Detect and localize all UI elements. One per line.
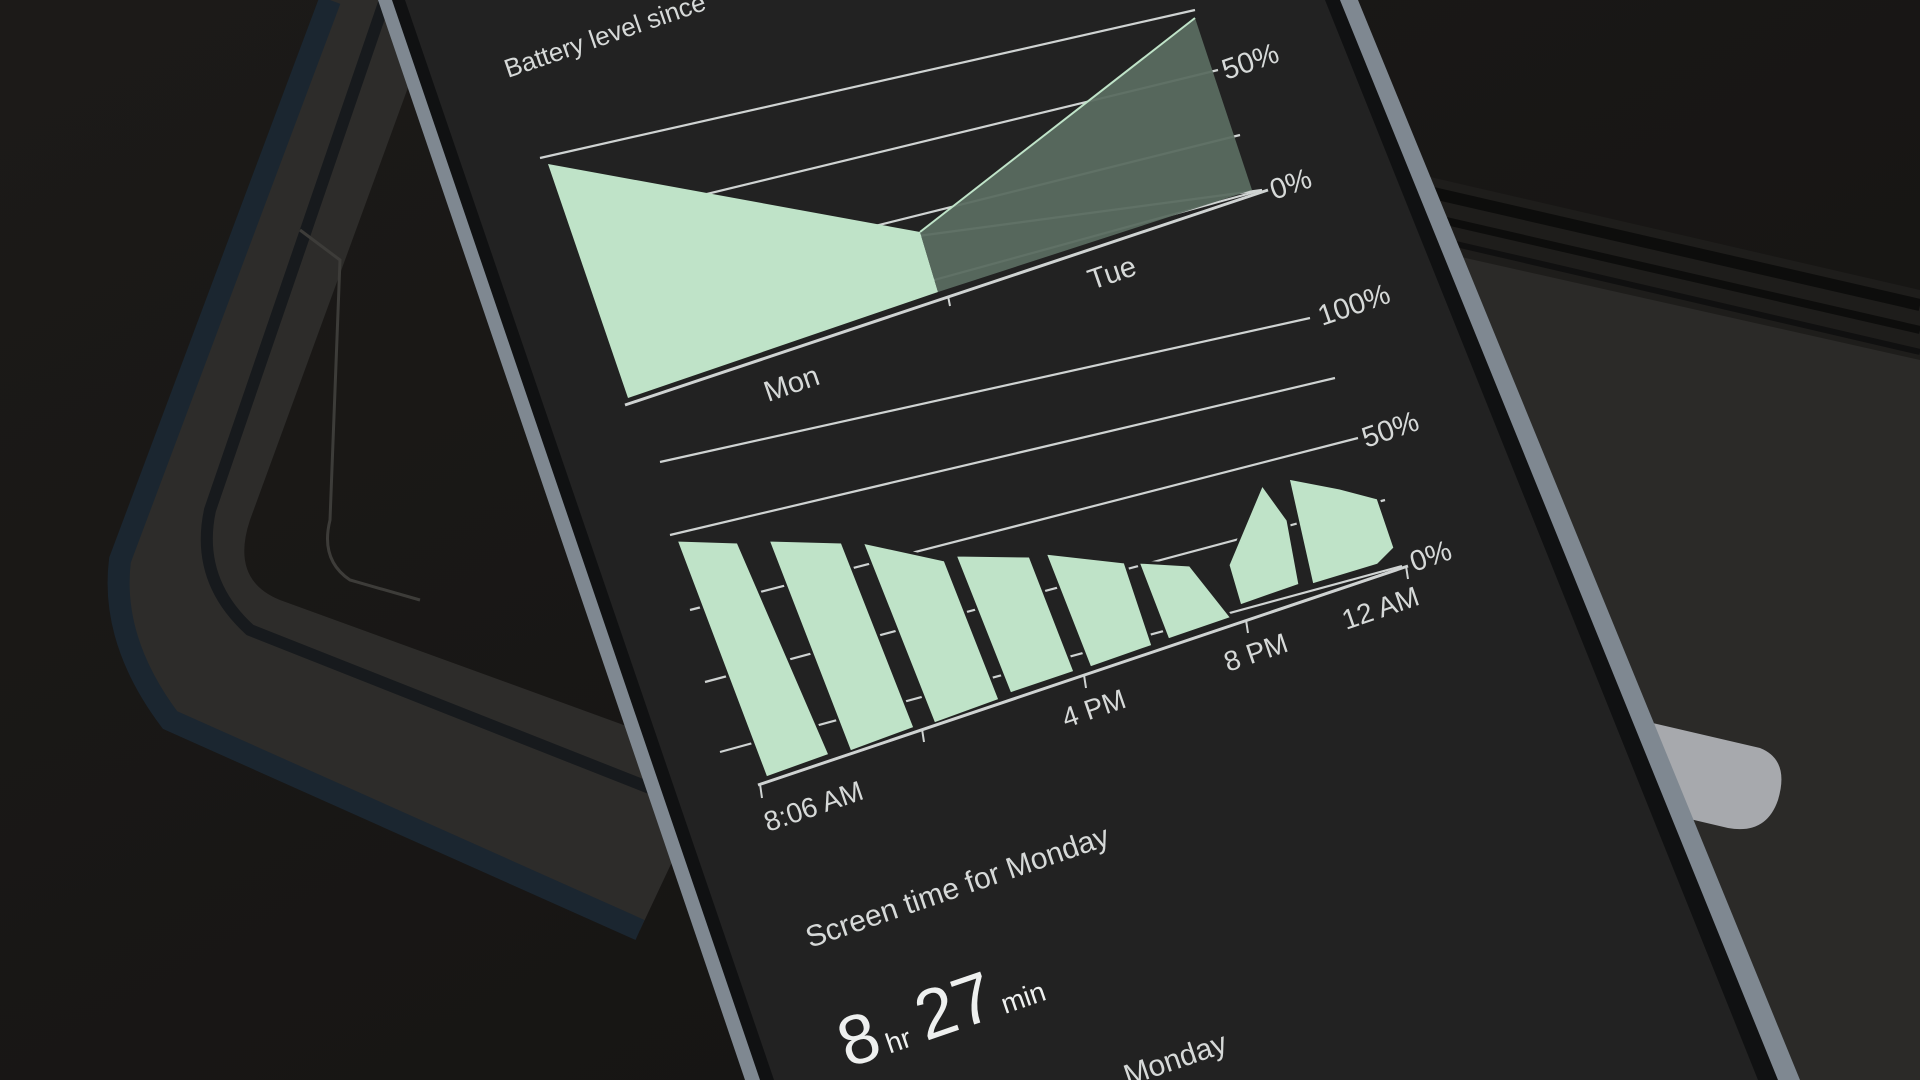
scene-svg: Battery level since 50% 0% Mon Tue 100% …	[0, 0, 1920, 1080]
photo-scene: Battery level since 50% 0% Mon Tue 100% …	[0, 0, 1920, 1080]
